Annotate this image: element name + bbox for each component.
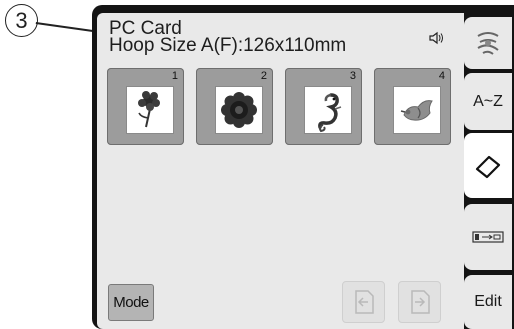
pattern-thumbnail [393,86,441,134]
pattern-tile-3[interactable]: 3 [285,68,362,145]
card-slot-icon [472,231,504,243]
mode-button-label: Mode [113,294,149,311]
callout-number-text: 3 [15,7,28,33]
round-flower-icon [221,92,257,128]
page-next-icon [410,290,430,314]
tab-embroidery-patterns[interactable] [464,17,512,69]
callout-number: 3 [5,4,38,37]
header: PC Card Hoop Size A(F):126x110mm [109,19,347,56]
page-previous-icon [354,290,374,314]
flower-stem-icon [138,91,160,128]
bird-icon [400,100,433,121]
next-page-button[interactable] [398,281,441,323]
tab-edit-label: Edit [474,293,502,310]
tab-alphabet[interactable]: A~Z [464,73,512,130]
tile-number: 1 [171,70,178,82]
hoop-size-label: Hoop Size A(F):126x110mm [109,35,347,56]
pattern-thumbnail [126,86,174,134]
tile-number: 4 [438,70,445,82]
pattern-tile-1[interactable]: 1 [107,68,184,145]
eraser-icon [475,155,501,178]
callout-leader-line [35,22,98,33]
pattern-thumbnail [304,86,352,134]
tab-eraser[interactable] [464,133,512,198]
tile-number: 2 [260,70,267,82]
pattern-tile-4[interactable]: 4 [374,68,451,145]
seahorse-icon [318,93,342,133]
speaker-icon[interactable] [428,30,444,46]
previous-page-button[interactable] [342,281,385,323]
tab-card-slot[interactable] [464,204,512,270]
tab-edit[interactable]: Edit [464,275,512,329]
embroidery-pattern-icon [477,32,499,55]
mode-button[interactable]: Mode [108,284,154,321]
pattern-thumbnail [215,86,263,134]
tile-number: 3 [349,70,356,82]
pattern-tile-2[interactable]: 2 [196,68,273,145]
tab-alphabet-label: A~Z [473,92,503,110]
